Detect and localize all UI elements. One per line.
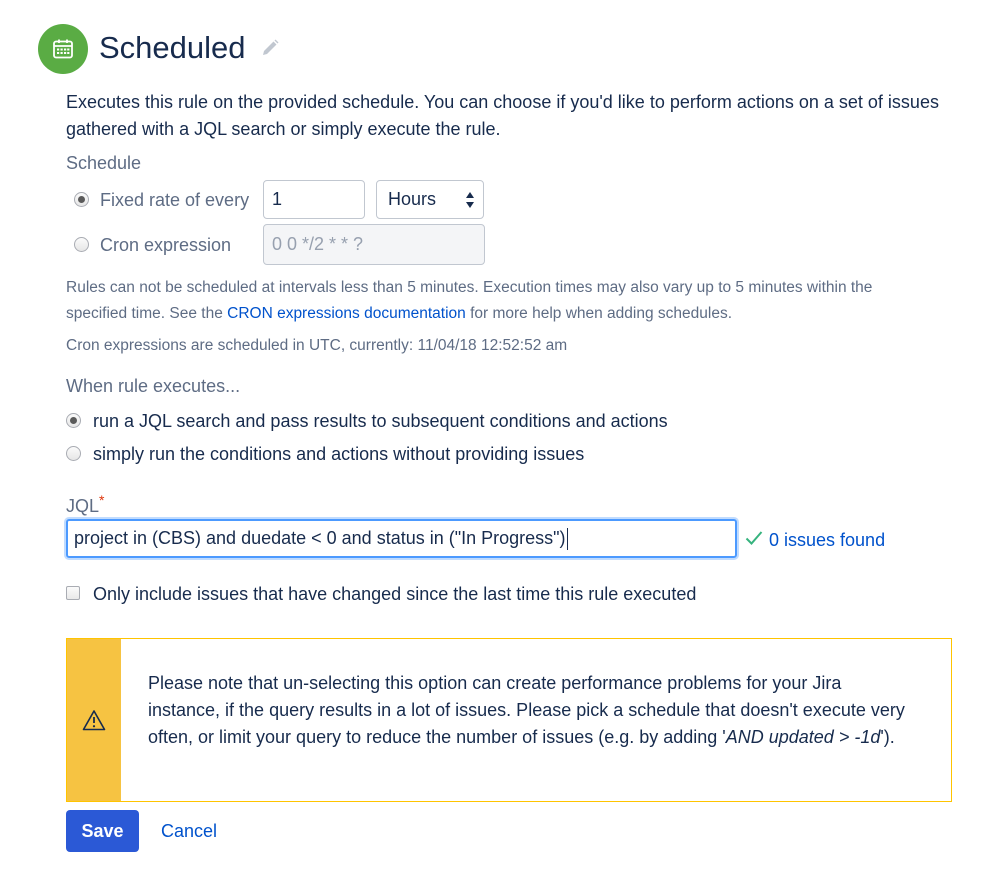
warning-message: Please note that un-selecting this optio…	[66, 638, 952, 802]
jql-input[interactable]: project in (CBS) and duedate < 0 and sta…	[66, 519, 737, 558]
schedule-note-line1: Rules can not be scheduled at intervals …	[66, 279, 873, 296]
fixed-rate-unit-select[interactable]: Hours	[376, 180, 484, 219]
cron-label: Cron expression	[100, 235, 232, 255]
fixed-rate-radio[interactable]	[74, 192, 89, 207]
text-cursor	[566, 527, 568, 550]
note-text-end: for more help when adding schedules.	[465, 305, 733, 322]
no-issues-option-label: simply run the conditions and actions wi…	[93, 444, 585, 464]
save-button[interactable]: Save	[66, 810, 139, 852]
cancel-button[interactable]: Cancel	[161, 819, 217, 843]
issues-found-link[interactable]: 0 issues found	[769, 528, 885, 552]
jql-search-option-label: run a JQL search and pass results to sub…	[93, 411, 668, 431]
cron-docs-link[interactable]: CRON expressions documentation	[227, 305, 466, 322]
warning-stripe	[67, 639, 121, 801]
utc-note: Cron expressions are scheduled in UTC, c…	[66, 337, 568, 354]
jql-value: project in (CBS) and duedate < 0 and sta…	[74, 528, 566, 548]
warning-text-end: ').	[880, 727, 895, 747]
only-changed-label: Only include issues that have changed si…	[93, 584, 697, 604]
jql-label-text: JQL	[66, 496, 100, 516]
select-arrows-icon	[466, 192, 474, 208]
pencil-icon[interactable]	[259, 37, 281, 59]
warning-icon	[82, 710, 106, 731]
fixed-rate-value-input[interactable]: 1	[263, 180, 365, 219]
fixed-rate-unit: Hours	[388, 189, 437, 209]
trigger-description: Executes this rule on the provided sched…	[66, 92, 939, 139]
note-text: specified time. See the	[66, 305, 228, 322]
warning-text: Please note that un-selecting this optio…	[148, 670, 918, 751]
trigger-icon-badge	[38, 24, 88, 74]
cron-placeholder: 0 0 */2 * * ?	[272, 234, 364, 254]
only-changed-checkbox[interactable]	[66, 586, 80, 600]
execution-label: When rule executes...	[66, 376, 241, 396]
fixed-rate-value: 1	[272, 189, 283, 209]
jql-search-radio[interactable]	[66, 413, 81, 428]
required-marker: *	[99, 492, 105, 508]
no-issues-radio[interactable]	[66, 446, 81, 461]
warning-code: AND updated > -1d	[725, 727, 881, 747]
checkmark-icon	[745, 531, 763, 545]
cron-radio[interactable]	[74, 237, 89, 252]
page-title: Scheduled	[99, 30, 246, 65]
schedule-note-line2: specified time. See the CRON expressions…	[66, 301, 966, 327]
fixed-rate-label: Fixed rate of every	[100, 190, 250, 210]
jql-label: JQL*	[66, 488, 104, 518]
calendar-icon	[53, 39, 73, 59]
schedule-label: Schedule	[66, 153, 142, 173]
cron-expression-input[interactable]: 0 0 */2 * * ?	[263, 224, 485, 265]
